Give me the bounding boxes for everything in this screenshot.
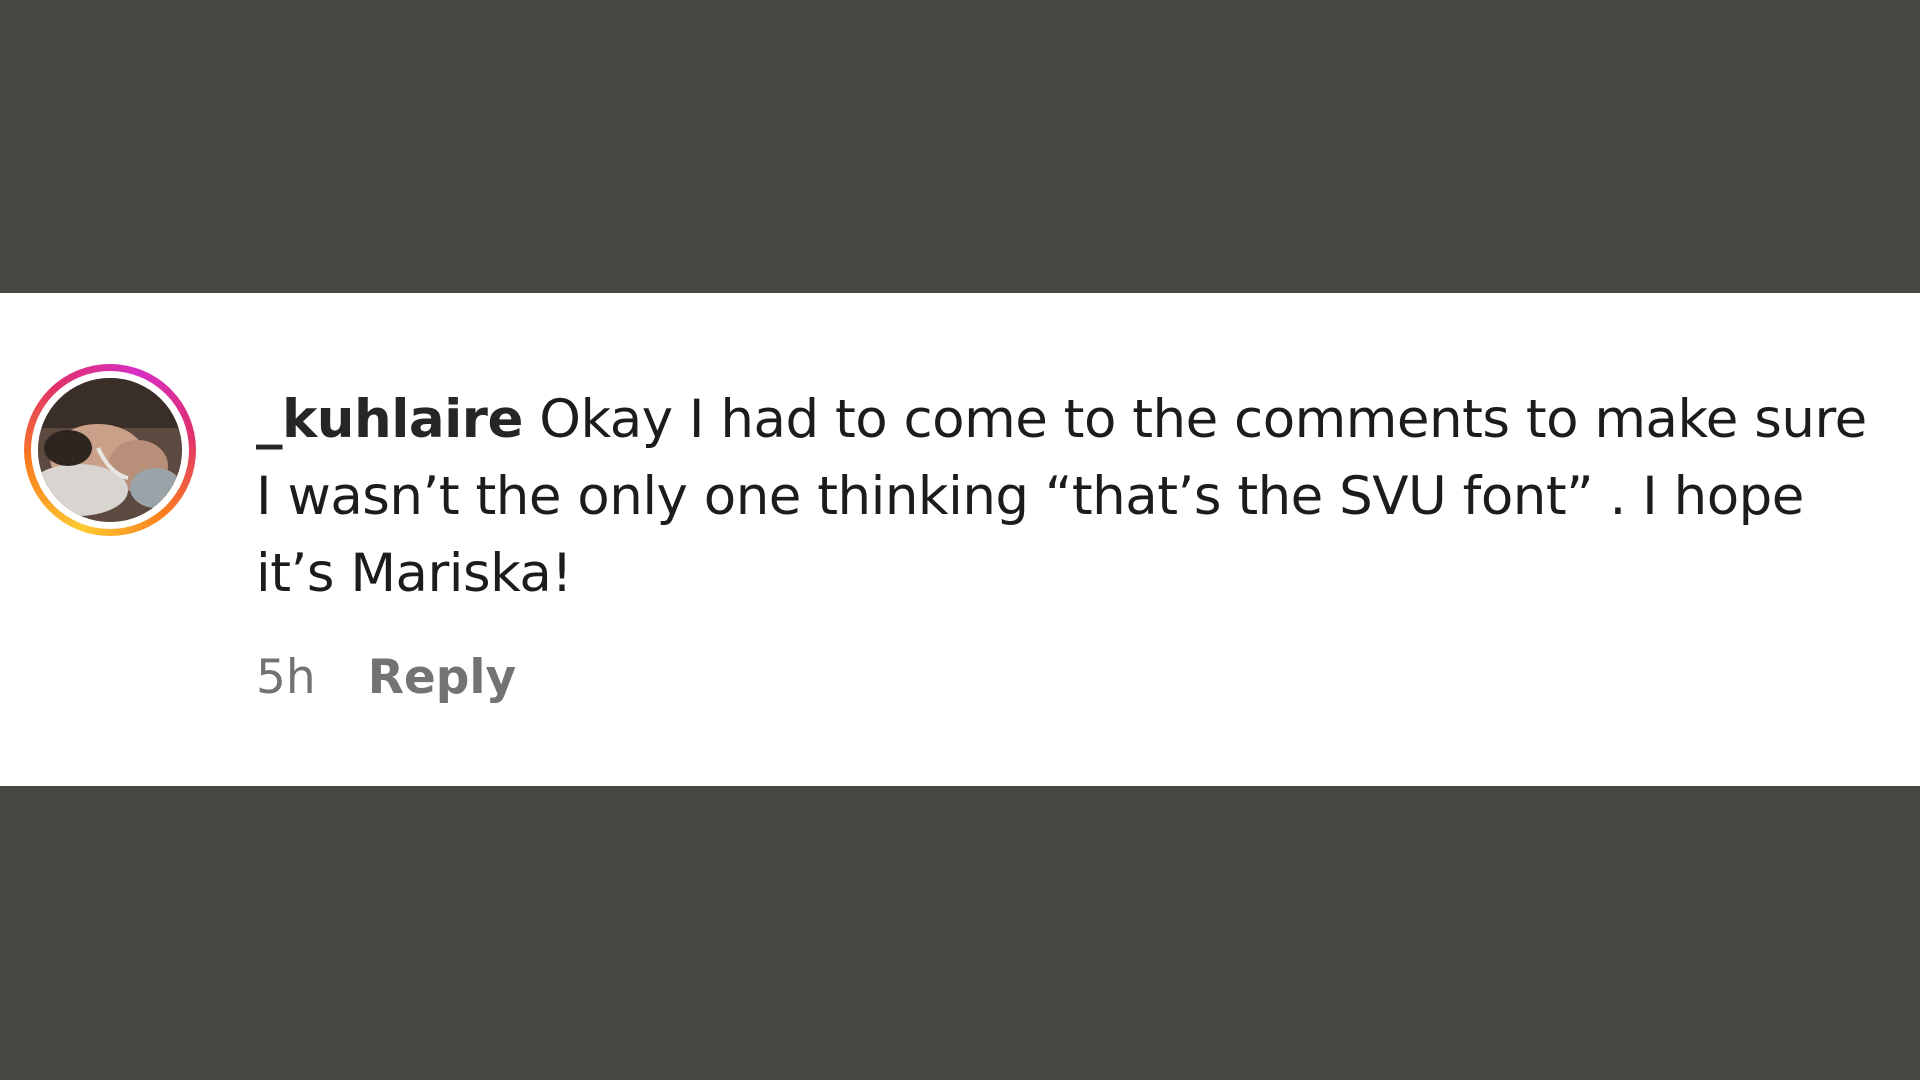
avatar[interactable] (38, 378, 182, 522)
avatar-gap (31, 371, 189, 529)
bottom-backdrop (0, 786, 1920, 1080)
top-backdrop (0, 0, 1920, 293)
comment-username[interactable]: _kuhlaire (256, 389, 523, 450)
comment-card: _kuhlaire Okay I had to come to the comm… (0, 293, 1920, 786)
story-ring[interactable] (24, 364, 196, 536)
reply-button[interactable]: Reply (368, 650, 516, 705)
comment-body: _kuhlaire Okay I had to come to the comm… (256, 381, 1896, 612)
comment-meta: 5h Reply (256, 650, 516, 705)
comment-timestamp: 5h (256, 650, 316, 705)
avatar-photo (38, 378, 182, 522)
